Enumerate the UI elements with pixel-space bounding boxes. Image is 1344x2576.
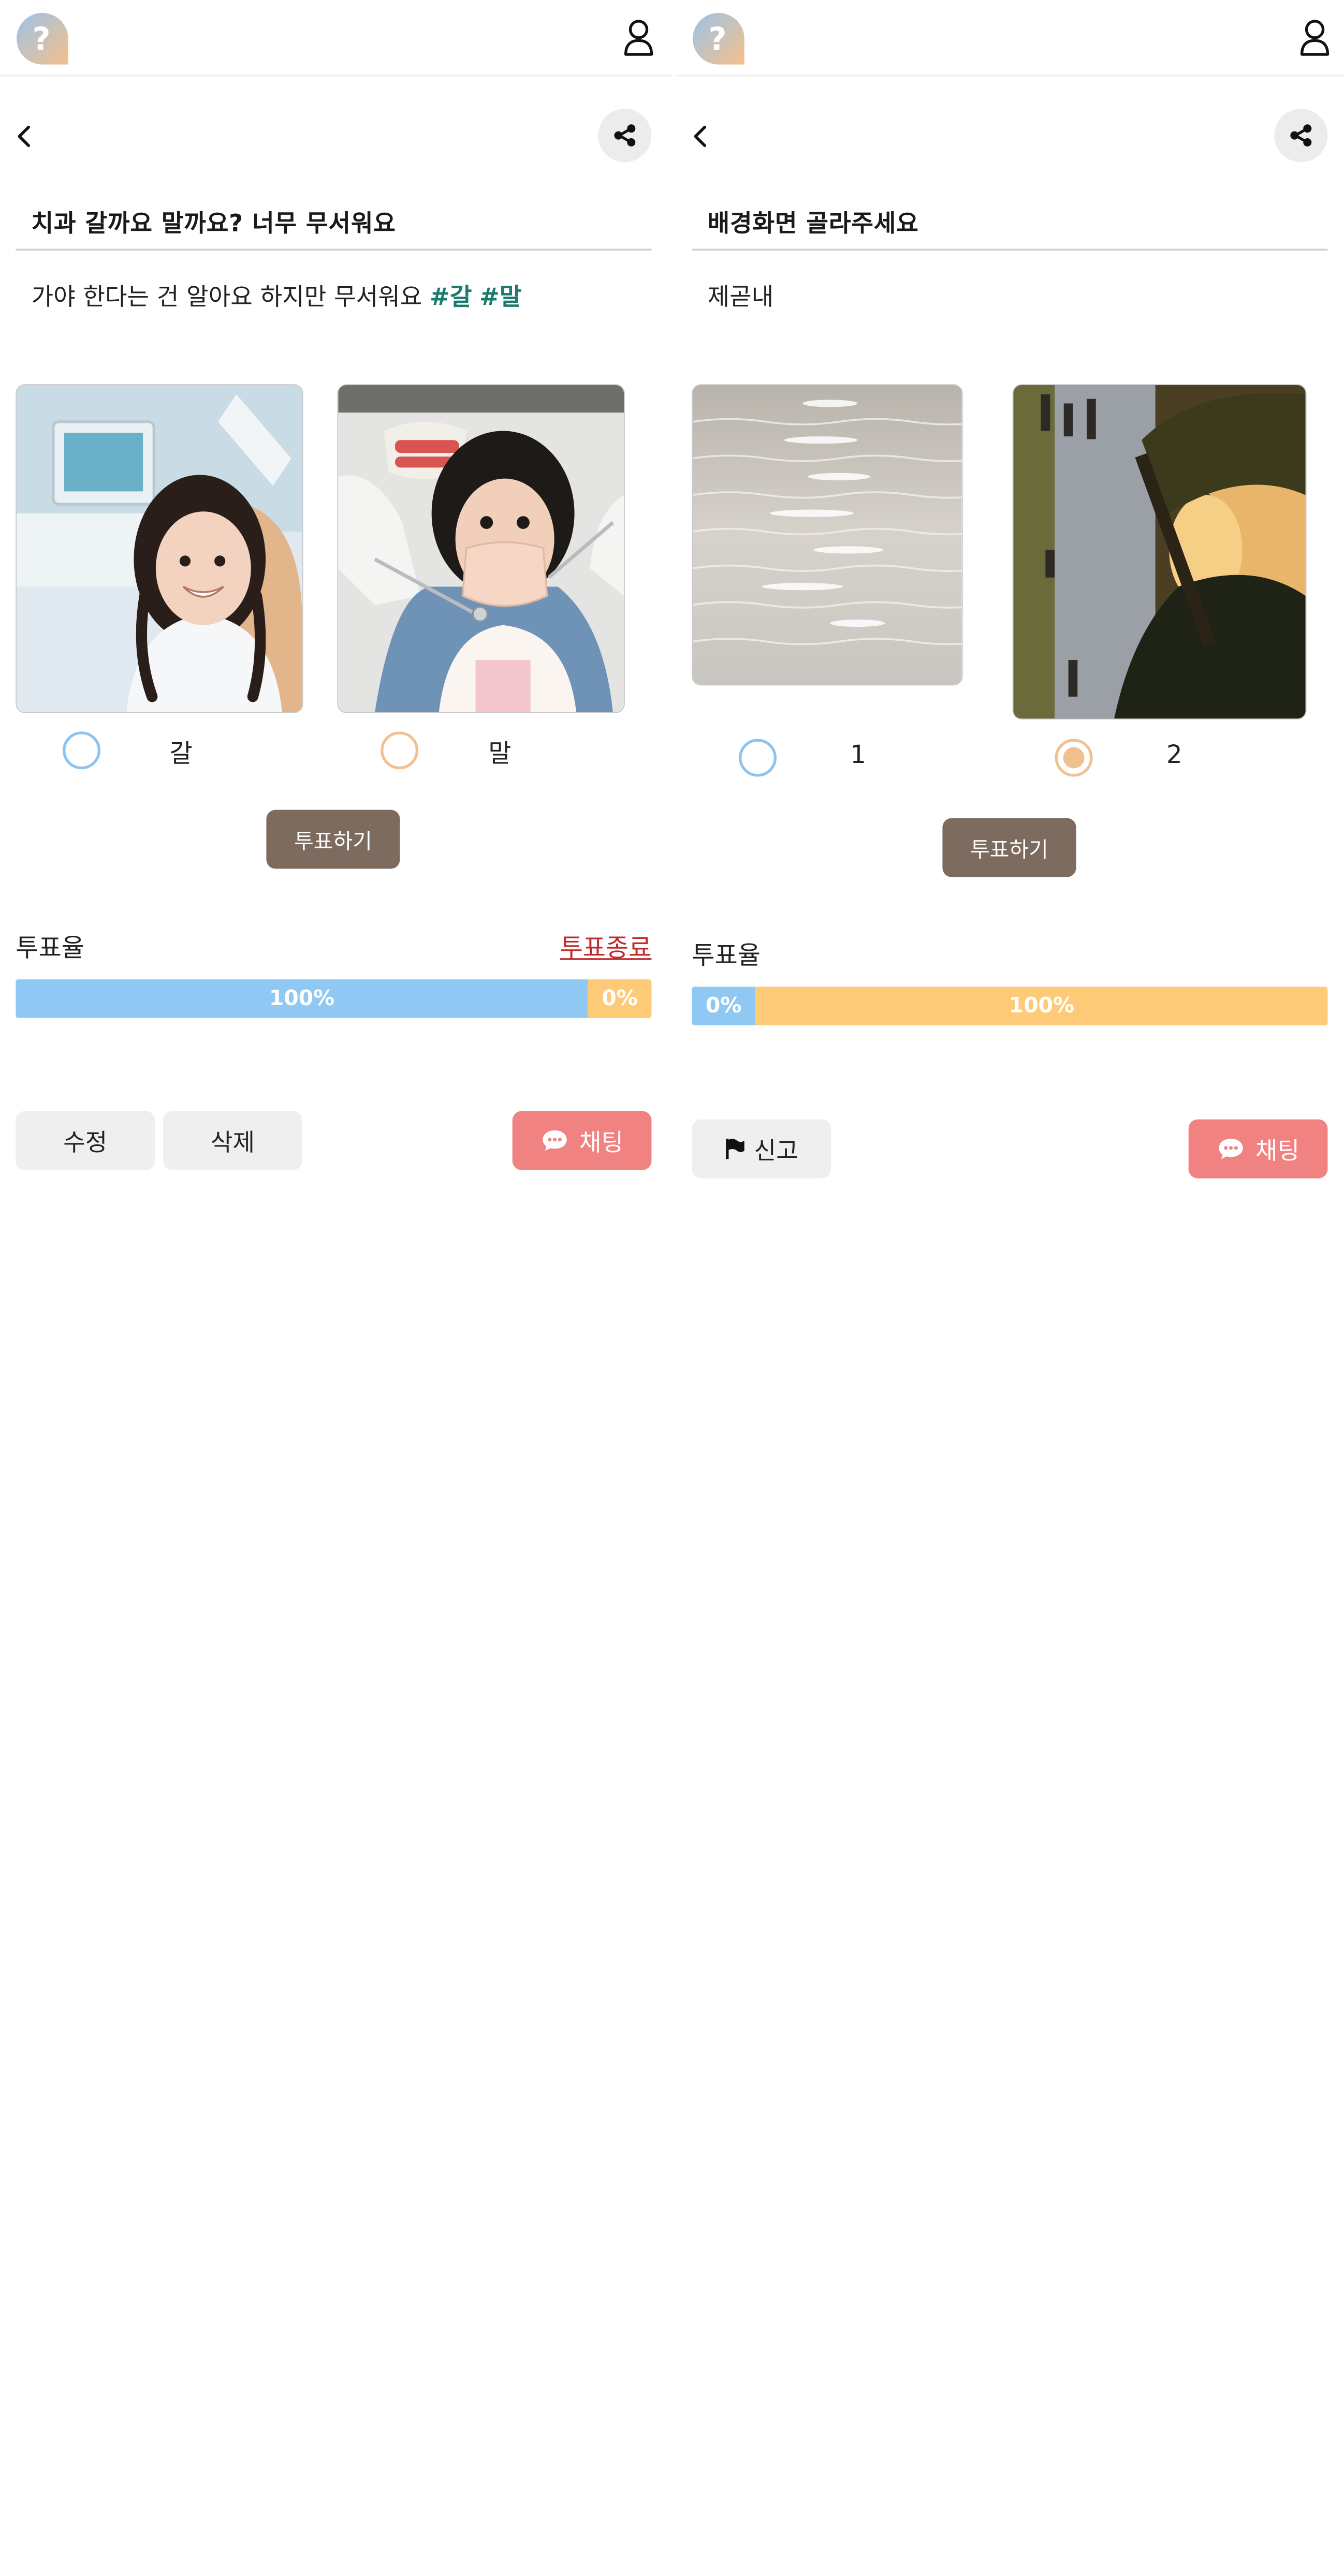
question-mark-logo-icon[interactable]: ? xyxy=(691,11,746,65)
post-description: 가야 한다는 건 알아요 하지만 무서워요 #갈 #말 xyxy=(32,278,522,313)
end-vote-link[interactable]: 투표종료 xyxy=(560,928,652,963)
option-label-1: 1 xyxy=(850,741,867,770)
vote-button[interactable]: 투표하기 xyxy=(942,818,1076,877)
post-description: 제곧내 xyxy=(707,284,774,312)
option-label-2: 2 xyxy=(1166,741,1182,770)
flag-icon xyxy=(725,1139,744,1159)
title-divider xyxy=(16,248,652,251)
chat-bubble-icon xyxy=(542,1130,566,1151)
question-mark-logo-icon[interactable]: ? xyxy=(14,11,70,65)
top-bar: ? xyxy=(0,0,672,77)
delete-button[interactable]: 삭제 xyxy=(163,1111,302,1170)
chat-button[interactable]: 채팅 xyxy=(512,1111,652,1170)
chat-bubble-icon xyxy=(1218,1139,1243,1159)
result-segment-1: 0% xyxy=(692,987,756,1026)
share-icon xyxy=(1290,124,1312,147)
hashtag[interactable]: #갈 xyxy=(430,284,472,311)
result-segment-2: 0% xyxy=(588,979,652,1018)
result-bar: 0% 100% xyxy=(692,987,1328,1026)
svg-text:?: ? xyxy=(33,21,51,57)
option-image-2[interactable] xyxy=(1012,384,1307,720)
vote-screen-wallpaper: ? 배경화면 골라주세요 제곧내 1 2 투표하기 투표율 0% 100% 신고… xyxy=(676,0,1344,1447)
option-radio-2[interactable] xyxy=(1055,739,1093,777)
option-radio-2[interactable] xyxy=(381,731,419,770)
option-radio-1[interactable] xyxy=(63,731,101,770)
option-image-2[interactable] xyxy=(337,384,625,713)
chat-button-label: 채팅 xyxy=(1255,1136,1300,1165)
option-radio-1[interactable] xyxy=(739,739,777,777)
option-image-1[interactable] xyxy=(16,384,303,713)
post-title: 치과 갈까요 말까요? 너무 무서워요 xyxy=(31,210,396,238)
report-button-label: 신고 xyxy=(754,1136,798,1165)
chat-button-label: 채팅 xyxy=(579,1128,624,1156)
title-divider xyxy=(692,248,1328,251)
user-icon[interactable] xyxy=(623,19,654,57)
result-segment-2: 100% xyxy=(755,987,1328,1026)
vote-rate-label: 투표율 xyxy=(692,941,761,970)
post-title: 배경화면 골라주세요 xyxy=(707,210,919,238)
result-segment-1: 100% xyxy=(16,979,588,1018)
share-button[interactable] xyxy=(598,109,652,163)
share-button[interactable] xyxy=(1274,109,1328,163)
report-button[interactable]: 신고 xyxy=(692,1119,831,1179)
share-icon xyxy=(614,124,636,147)
top-bar: ? xyxy=(676,0,1344,77)
chat-button[interactable]: 채팅 xyxy=(1188,1119,1328,1179)
result-bar: 100% 0% xyxy=(16,979,652,1018)
chevron-left-icon[interactable] xyxy=(689,120,711,153)
vote-screen-dental: ? 치과 갈까요 말까요? 너무 무서워요 가야 한다는 건 알아요 하지만 무… xyxy=(0,0,672,1447)
description-text: 가야 한다는 건 알아요 하지만 무서워요 xyxy=(31,284,422,312)
vote-rate-label: 투표율 xyxy=(16,934,84,963)
option-label-2: 말 xyxy=(488,740,512,769)
option-label-1: 갈 xyxy=(169,740,193,769)
user-icon[interactable] xyxy=(1299,19,1331,57)
edit-button[interactable]: 수정 xyxy=(16,1111,155,1170)
chevron-left-icon[interactable] xyxy=(13,120,35,153)
option-image-1[interactable] xyxy=(692,384,963,686)
svg-text:?: ? xyxy=(709,21,727,57)
vote-button[interactable]: 투표하기 xyxy=(266,809,400,869)
hashtag[interactable]: #말 xyxy=(479,284,521,311)
